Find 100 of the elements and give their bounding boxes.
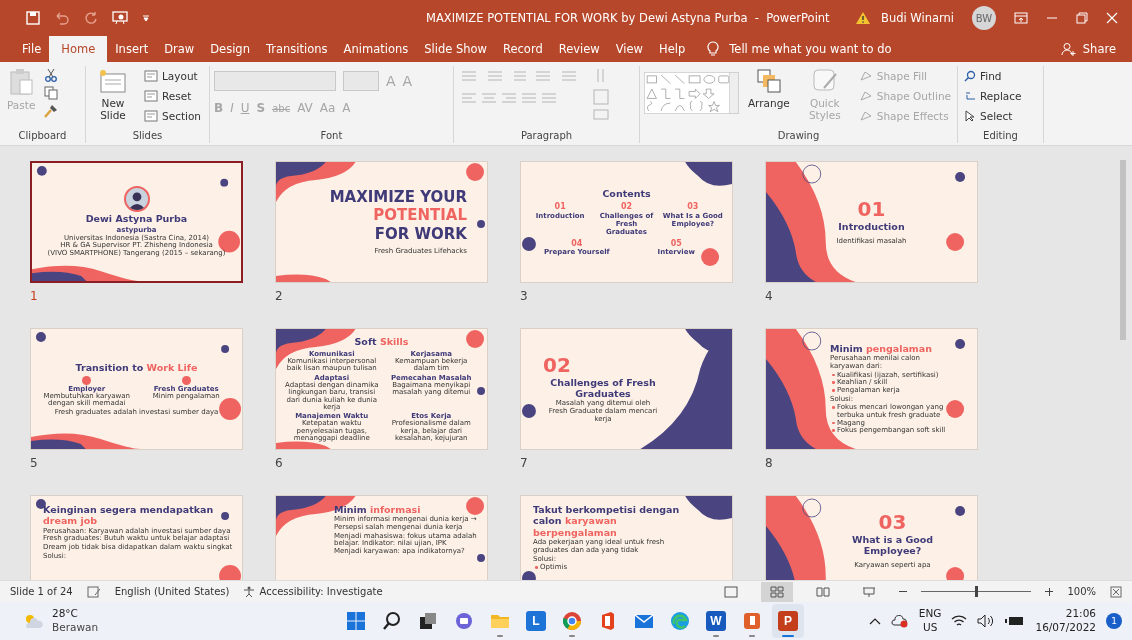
accessibility-icon [243,585,257,598]
warning-icon[interactable] [855,11,871,25]
windows-stack-icon [418,611,438,631]
slide-number: 1 [30,289,39,303]
slide-counter: Slide 1 of 24 [10,586,73,597]
ribbon-tab[interactable]: File [14,36,50,62]
slide-title: Dewi Astyna Purba [85,213,188,225]
ribbon-tab[interactable]: Animations [335,36,417,62]
ribbon-display-icon[interactable] [1014,12,1028,24]
brush-icon [811,68,838,94]
slide-title: Challenges of Fresh Graduates [549,376,657,399]
editing-button[interactable]: Replace [962,88,1024,104]
tell-me-search[interactable]: Tell me what you want to do [707,36,932,62]
slide-title: Minim informasi [334,504,422,515]
restore-icon[interactable] [1076,12,1088,24]
sorter-view-button[interactable] [761,581,794,602]
item-number: 02 [620,202,633,212]
slide-title: Keinginan segera mendapatkan dream job [43,504,215,527]
slide-title: MAXIMIZE YOUR [329,189,467,207]
accessibility-status[interactable]: Accessibility: Investigate [243,585,383,598]
group-label: Font [319,130,344,143]
slide-number: 5 [30,456,39,470]
slide-number: 4 [765,289,774,303]
ribbon-tab[interactable]: View [607,36,652,62]
ribbon-tab[interactable]: Insert [107,36,157,62]
new-slide-icon [98,68,128,94]
item-number: 03 [687,202,699,212]
zoom-level[interactable]: 100% [1067,586,1096,597]
slide-title: Transition to Work Life [75,361,198,373]
cloud-error-icon[interactable] [890,614,909,628]
user-name[interactable]: Budi Winarni [881,11,954,25]
user-avatar[interactable]: BW [972,6,996,30]
windows-logo-icon [346,611,366,631]
slide-title: Takut berkompetisi dengan calon karyawan berpengalaman [533,504,681,539]
ribbon-tab[interactable]: Draw [156,36,203,62]
window-title: MAXIMIZE POTENTIAL FOR WORK by Dewi Astyna Purba - PowerPoint [425,11,831,25]
section-number: 03 [878,512,907,533]
slide-layout-icon [144,90,158,102]
ribbon-tab[interactable]: Review [550,36,608,62]
group-label: Clipboard [17,130,68,143]
copy-icon[interactable] [44,86,59,100]
redo-icon[interactable] [84,11,98,25]
group-label: Paragraph [519,130,574,143]
close-icon[interactable] [1106,12,1118,24]
shape-icon [858,70,873,82]
slides-option-button[interactable]: Section [142,108,203,124]
slide-layout-icon [144,70,158,82]
search-icon [382,611,402,631]
letter-taskbar-icon[interactable]: P [772,604,804,638]
ribbon-tab[interactable]: Design [202,36,258,62]
slide-title: Contents [602,188,651,200]
wifi-icon[interactable] [951,614,968,628]
customize-caret-icon[interactable] [142,14,150,22]
battery-icon[interactable] [1005,615,1026,627]
ribbon-tab[interactable]: Transitions [257,36,336,62]
font-name-field[interactable] [214,71,336,91]
document-icon [742,611,762,631]
save-icon[interactable] [26,11,40,25]
presenter-icon[interactable] [112,11,128,25]
slides-option-button[interactable]: Layout [142,68,203,84]
layers-icon [755,68,782,94]
editing-button[interactable]: Find [962,68,1024,84]
fit-slide-icon[interactable] [1110,585,1122,598]
font-size-field[interactable] [343,71,379,91]
new-slide-button[interactable]: New Slide [90,66,136,123]
arrange-button[interactable]: Arrange [744,66,793,111]
scissors-icon[interactable] [44,68,59,82]
chevron-up-icon[interactable] [868,616,881,626]
ribbon-tab[interactable]: Home [49,36,108,62]
ribbon-tab[interactable]: Slide Show [416,36,495,62]
speaker-icon[interactable] [977,614,996,628]
slides-option-button[interactable]: Reset [142,88,203,104]
clipboard-icon [8,68,35,96]
add-person-icon [1060,42,1077,56]
slide-number: 3 [520,289,529,303]
group-label: Slides [131,130,164,143]
slide-title: Minim pengalaman [830,342,933,354]
slide-title: POTENTIAL [373,207,467,225]
avatar-icon [123,186,150,213]
item-number: 01 [554,202,566,212]
slide-title: FOR WORK [374,225,467,243]
ribbon-tab[interactable]: Help [651,36,694,62]
notes-icon[interactable] [86,585,101,598]
clock[interactable]: 21:06 16/07/2022 [1035,607,1096,635]
view-icon [862,585,877,598]
ribbon-tab[interactable]: Record [494,36,551,62]
view-icon [770,585,785,598]
slide-layout-icon [144,110,158,122]
language-status[interactable]: English (United States) [114,586,230,597]
share-button[interactable]: Share [1054,36,1122,62]
slide-number: 2 [275,289,284,303]
editing-button[interactable]: Select [962,108,1024,124]
view-icon [724,585,739,598]
input-language[interactable]: ENG US [918,607,942,635]
cursor-icon [964,110,976,122]
undo-icon[interactable] [54,11,70,25]
weather-widget[interactable]: 28°C Berawan [22,607,322,635]
format-painter-icon[interactable] [44,104,59,118]
group-label: Drawing [776,130,821,143]
notification-badge[interactable]: 1 [1106,613,1122,629]
